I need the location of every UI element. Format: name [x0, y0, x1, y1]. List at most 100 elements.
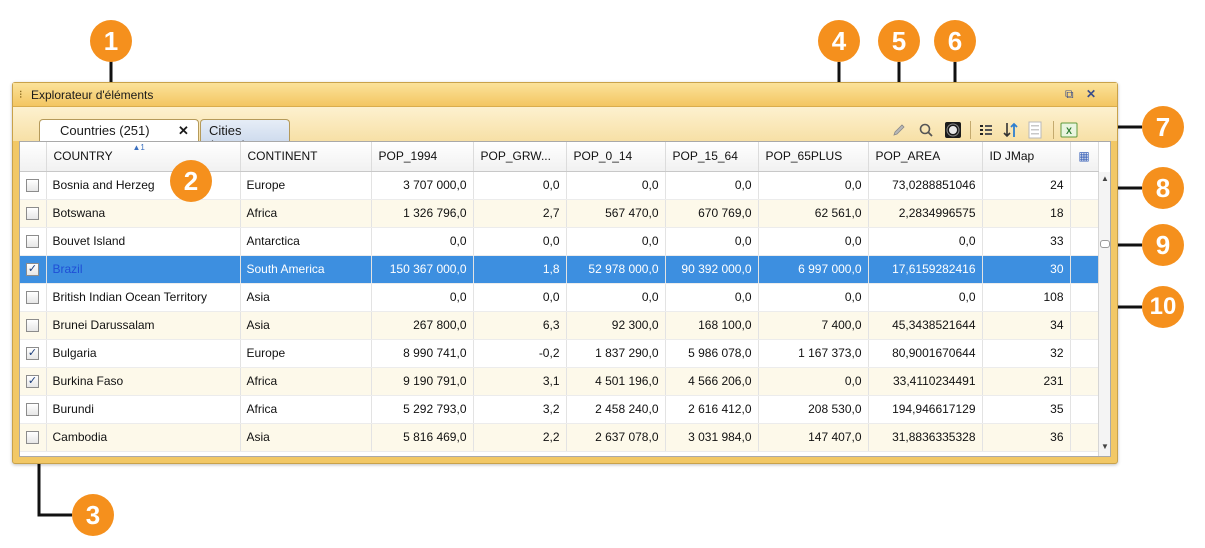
excel-export-icon[interactable]: X [1059, 120, 1079, 140]
cell-pop-65plus[interactable]: 0,0 [758, 171, 869, 200]
cell-id-jmap[interactable]: 32 [982, 339, 1071, 368]
cell-pop-1994[interactable]: 0,0 [371, 283, 474, 312]
cell-country[interactable]: Brazil [46, 255, 241, 284]
cell-pop-grw[interactable]: 3,2 [473, 395, 567, 424]
cell-pop-area[interactable]: 194,946617129 [868, 395, 983, 424]
cell-pop-grw[interactable]: 1,8 [473, 255, 567, 284]
cell-pop-area[interactable]: 33,4110234491 [868, 367, 983, 396]
cell-pop-0-14[interactable]: 92 300,0 [566, 311, 666, 340]
cell-pop-1994[interactable]: 1 326 796,0 [371, 199, 474, 228]
cell-id-jmap[interactable]: 35 [982, 395, 1071, 424]
cell-pop-15-64[interactable]: 2 616 412,0 [665, 395, 759, 424]
cell-country[interactable]: Botswana [46, 199, 241, 228]
cell-pop-1994[interactable]: 267 800,0 [371, 311, 474, 340]
cell-pop-65plus[interactable]: 0,0 [758, 367, 869, 396]
cell-id-jmap[interactable]: 231 [982, 367, 1071, 396]
cell-pop-65plus[interactable]: 208 530,0 [758, 395, 869, 424]
row-checkbox[interactable] [26, 319, 39, 333]
cell-id-jmap[interactable]: 24 [982, 171, 1071, 200]
table-row[interactable]: Bouvet Island Antarctica 0,0 0,0 0,0 0,0 0,0 0,… [20, 227, 1099, 256]
cell-pop-65plus[interactable]: 147 407,0 [758, 423, 869, 452]
sort-icon[interactable] [1001, 120, 1021, 140]
column-header-continent[interactable]: CONTINENT [240, 142, 372, 172]
row-checkbox[interactable]: ✓ [26, 263, 39, 277]
cell-continent[interactable]: Asia [240, 283, 372, 312]
tab-close-icon[interactable]: ✕ [178, 123, 189, 139]
cell-continent[interactable]: Africa [240, 199, 372, 228]
table-row[interactable]: British Indian Ocean Territory Asia 0,0 0,0… [20, 283, 1099, 312]
cell-pop-0-14[interactable]: 52 978 000,0 [566, 255, 666, 284]
cell-pop-grw[interactable]: 3,1 [473, 367, 567, 396]
cell-continent[interactable]: Asia [240, 423, 372, 452]
column-header-pop-15-64[interactable]: POP_15_64 [665, 142, 759, 172]
cell-pop-0-14[interactable]: 2 637 078,0 [566, 423, 666, 452]
cell-pop-1994[interactable]: 5 292 793,0 [371, 395, 474, 424]
cell-continent[interactable]: Africa [240, 367, 372, 396]
column-header-pop-1994[interactable]: POP_1994 [371, 142, 474, 172]
row-checkbox[interactable] [26, 403, 39, 417]
cell-pop-0-14[interactable]: 4 501 196,0 [566, 367, 666, 396]
column-header-pop-65plus[interactable]: POP_65PLUS [758, 142, 869, 172]
cell-id-jmap[interactable]: 34 [982, 311, 1071, 340]
cell-pop-65plus[interactable]: 0,0 [758, 227, 869, 256]
cell-pop-grw[interactable]: 2,2 [473, 423, 567, 452]
cell-pop-grw[interactable]: -0,2 [473, 339, 567, 368]
cell-country[interactable]: Bulgaria [46, 339, 241, 368]
cell-pop-15-64[interactable]: 670 769,0 [665, 199, 759, 228]
list-icon[interactable] [976, 120, 996, 140]
spotlight-icon[interactable] [943, 120, 963, 140]
cell-pop-area[interactable]: 73,0288851046 [868, 171, 983, 200]
cell-continent[interactable]: Antarctica [240, 227, 372, 256]
table-row[interactable]: Burundi Africa 5 292 793,0 3,2 2 458 240,0 2 … [20, 395, 1099, 424]
cell-pop-grw[interactable]: 6,3 [473, 311, 567, 340]
table-row[interactable]: ✓ Brazil South America 150 367 000,0 1,8 52 9… [20, 255, 1099, 284]
column-header-pop-0-14[interactable]: POP_0_14 [566, 142, 666, 172]
table-row[interactable]: Botswana Africa 1 326 796,0 2,7 567 470,0 670… [20, 199, 1099, 228]
row-checkbox[interactable] [26, 207, 39, 221]
table-row[interactable]: ✓ Bulgaria Europe 8 990 741,0 -0,2 1 837 290,… [20, 339, 1099, 368]
cell-pop-grw[interactable]: 0,0 [473, 283, 567, 312]
cell-pop-0-14[interactable]: 1 837 290,0 [566, 339, 666, 368]
cell-country[interactable]: British Indian Ocean Territory [46, 283, 241, 312]
cell-pop-65plus[interactable]: 1 167 373,0 [758, 339, 869, 368]
cell-pop-65plus[interactable]: 0,0 [758, 283, 869, 312]
cell-pop-15-64[interactable]: 5 986 078,0 [665, 339, 759, 368]
cell-pop-area[interactable]: 17,6159282416 [868, 255, 983, 284]
cell-continent[interactable]: Europe [240, 339, 372, 368]
cell-country[interactable]: Cambodia [46, 423, 241, 452]
cell-pop-area[interactable]: 80,9001670644 [868, 339, 983, 368]
search-icon[interactable] [916, 120, 936, 140]
cell-pop-area[interactable]: 31,8836335328 [868, 423, 983, 452]
cell-pop-0-14[interactable]: 567 470,0 [566, 199, 666, 228]
scroll-up-icon[interactable]: ▲ [1101, 174, 1109, 183]
cell-continent[interactable]: Africa [240, 395, 372, 424]
document-icon[interactable] [1025, 120, 1045, 140]
row-checkbox[interactable]: ✓ [26, 375, 39, 389]
table-row[interactable]: ✓ Burkina Faso Africa 9 190 791,0 3,1 4 501 1… [20, 367, 1099, 396]
cell-pop-65plus[interactable]: 7 400,0 [758, 311, 869, 340]
cell-pop-0-14[interactable]: 0,0 [566, 171, 666, 200]
cell-pop-1994[interactable]: 0,0 [371, 227, 474, 256]
column-header-id-jmap[interactable]: ID JMap [982, 142, 1071, 172]
row-checkbox[interactable]: ✓ [26, 347, 39, 361]
row-checkbox[interactable] [26, 431, 39, 445]
cell-id-jmap[interactable]: 18 [982, 199, 1071, 228]
cell-pop-1994[interactable]: 5 816 469,0 [371, 423, 474, 452]
restore-icon[interactable]: ⧉ [1065, 87, 1074, 102]
cell-pop-1994[interactable]: 9 190 791,0 [371, 367, 474, 396]
cell-id-jmap[interactable]: 108 [982, 283, 1071, 312]
cell-pop-15-64[interactable]: 3 031 984,0 [665, 423, 759, 452]
cell-pop-0-14[interactable]: 0,0 [566, 227, 666, 256]
cell-continent[interactable]: Europe [240, 171, 372, 200]
cell-id-jmap[interactable]: 36 [982, 423, 1071, 452]
scroll-down-icon[interactable]: ▼ [1101, 442, 1109, 451]
cell-pop-15-64[interactable]: 4 566 206,0 [665, 367, 759, 396]
cell-pop-15-64[interactable]: 168 100,0 [665, 311, 759, 340]
cell-pop-15-64[interactable]: 0,0 [665, 171, 759, 200]
cell-country[interactable]: Brunei Darussalam [46, 311, 241, 340]
cell-pop-0-14[interactable]: 2 458 240,0 [566, 395, 666, 424]
cell-continent[interactable]: South America [240, 255, 372, 284]
cell-pop-grw[interactable]: 0,0 [473, 227, 567, 256]
cell-pop-area[interactable]: 2,2834996575 [868, 199, 983, 228]
cell-pop-1994[interactable]: 150 367 000,0 [371, 255, 474, 284]
